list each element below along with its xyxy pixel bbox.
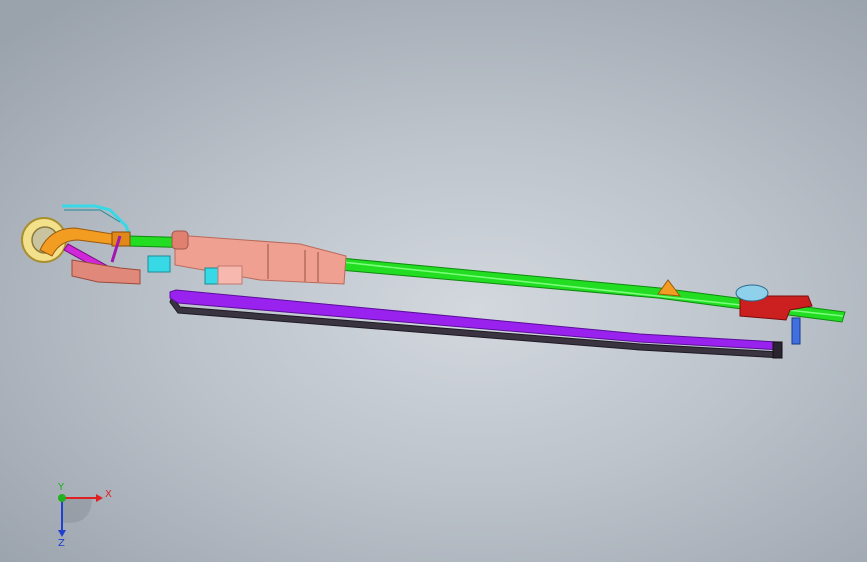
orange-tube-end [111,231,131,247]
y-axis-dot [58,494,66,502]
blue-dome[interactable] [735,284,769,302]
x-axis-label: X [105,489,112,500]
assembly-model[interactable] [0,0,867,562]
pink-flat[interactable] [217,265,243,285]
purple-plate-end [772,341,783,359]
3d-viewport[interactable]: X Y Z [0,0,867,562]
z-axis-arrow [58,530,66,537]
cyan-bracket-small[interactable] [147,255,171,273]
pink-collar[interactable] [171,230,189,250]
x-axis-arrow [96,494,103,502]
z-axis-label: Z [58,538,65,548]
salmon-mount[interactable] [71,259,141,285]
triad-shadow [62,498,92,523]
coordinate-triad: X Y Z [57,482,112,548]
blue-tab[interactable] [791,317,801,345]
y-axis-label: Y [57,482,65,493]
pink-block[interactable] [174,234,347,285]
